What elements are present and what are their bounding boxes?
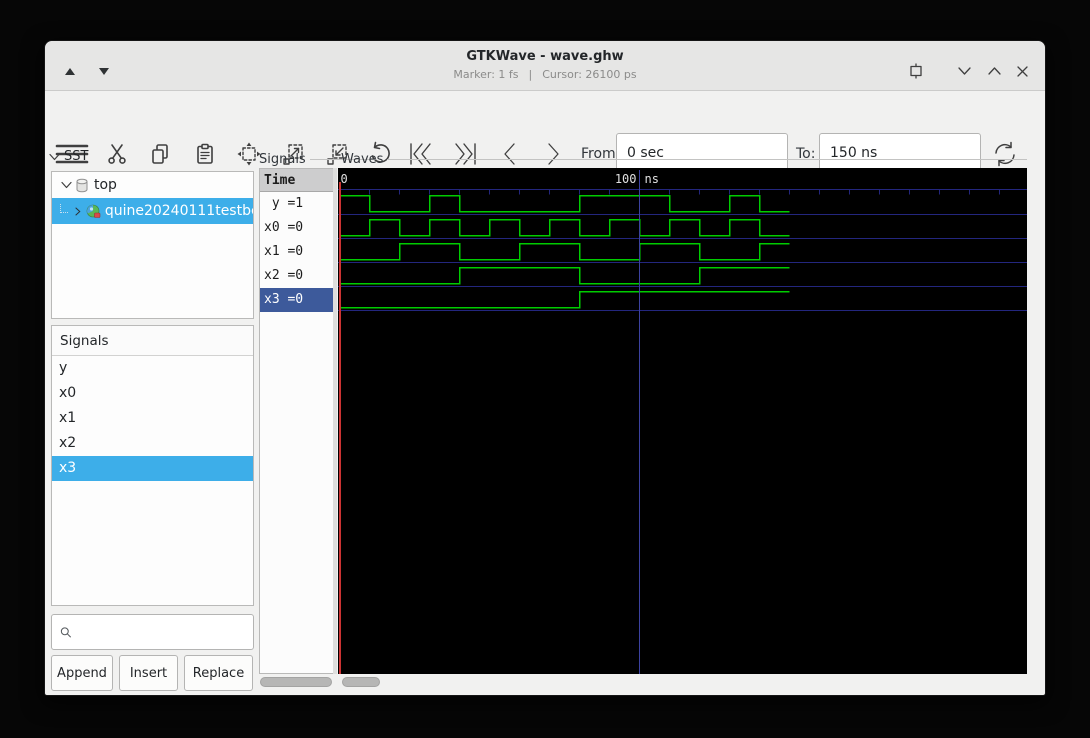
values-title: Signals xyxy=(259,152,306,167)
search-input[interactable] xyxy=(72,615,253,649)
gtkwave-window: GTKWave - wave.ghw Marker: 1 fs | Cursor: … xyxy=(44,40,1046,696)
close-button[interactable] xyxy=(1011,60,1033,82)
waveform-display: 0 ns 100 xyxy=(338,170,1027,674)
values-panel: Time y =1 x0 =0 x1 =0 x2 =0 x3 =0 xyxy=(259,168,334,674)
expander-right-icon xyxy=(75,206,81,216)
toolbar: From: To: xyxy=(45,92,1045,173)
chevron-down-icon xyxy=(957,67,971,75)
cut-button[interactable] xyxy=(105,142,129,166)
tree-item-top[interactable]: top xyxy=(52,172,253,198)
list-item-y[interactable]: y xyxy=(52,356,253,381)
value-row-x1[interactable]: x1 =0 xyxy=(260,240,333,264)
signal-search-box xyxy=(51,614,254,650)
cut-icon xyxy=(108,144,126,164)
tree-item-label: top xyxy=(94,177,117,193)
values-vertical-scrollbar[interactable] xyxy=(333,168,337,674)
signal-name: y xyxy=(59,360,68,376)
tree-item-testbench[interactable]: quine20240111testbench xyxy=(52,198,253,224)
fullscreen-button[interactable] xyxy=(905,60,927,82)
chevron-up-icon xyxy=(987,67,1001,75)
window-title: GTKWave - wave.ghw xyxy=(466,49,624,64)
list-item-x3[interactable]: x3 xyxy=(52,456,253,481)
svg-text:100: 100 xyxy=(615,172,637,186)
wave-trace-x1 xyxy=(339,242,790,261)
cursor-status: Cursor: 26100 ps xyxy=(542,68,637,81)
list-item-x1[interactable]: x1 xyxy=(52,406,253,431)
facilities-panel: Signals y x0 x1 x2 x3 xyxy=(51,325,254,606)
insert-button[interactable]: Insert xyxy=(119,655,178,691)
window-status: Marker: 1 fs | Cursor: 26100 ps xyxy=(45,68,1045,81)
tree-connector xyxy=(60,203,69,213)
value-row-x2[interactable]: x2 =0 xyxy=(260,264,333,288)
expander-down-icon xyxy=(61,181,72,189)
wave-trace-x3 xyxy=(339,290,790,309)
facilities-title: Signals xyxy=(52,326,253,356)
expander-down-icon xyxy=(49,153,60,160)
signal-name: x0 xyxy=(59,385,77,401)
marker-status: Marker: 1 fs xyxy=(453,68,519,81)
component-icon xyxy=(86,204,101,218)
copy-button[interactable] xyxy=(148,142,172,166)
signal-name: x1 xyxy=(59,410,77,426)
module-cylinder-icon xyxy=(76,178,88,192)
sst-header-label: SST xyxy=(64,149,89,164)
list-item-x2[interactable]: x2 xyxy=(52,431,253,456)
svg-text:ns: ns xyxy=(645,172,659,186)
fullscreen-icon xyxy=(910,63,922,79)
svg-text:0: 0 xyxy=(341,172,348,186)
replace-button[interactable]: Replace xyxy=(184,655,253,691)
value-row-x0[interactable]: x0 =0 xyxy=(260,216,333,240)
status-separator: | xyxy=(528,68,533,81)
maximize-button[interactable] xyxy=(983,60,1005,82)
tree-item-label: quine20240111testbench xyxy=(104,203,253,219)
list-item-x0[interactable]: x0 xyxy=(52,381,253,406)
value-row-x3[interactable]: x3 =0 xyxy=(260,288,333,312)
wave-trace-x2 xyxy=(339,266,790,285)
frame-rule xyxy=(387,159,1027,160)
value-row-y[interactable]: y =1 xyxy=(260,192,333,216)
sst-tree-panel: top quine20240111testbench xyxy=(51,171,254,319)
copy-icon xyxy=(152,144,168,164)
values-hscrollbar-thumb[interactable] xyxy=(260,677,332,687)
wave-trace-y xyxy=(339,194,790,213)
search-icon xyxy=(60,626,71,637)
time-header[interactable]: Time xyxy=(260,169,333,192)
waves-frame-label: Waves xyxy=(341,152,1027,167)
waves-title: Waves xyxy=(341,152,384,167)
titlebar: GTKWave - wave.ghw Marker: 1 fs | Cursor: … xyxy=(45,41,1045,91)
sst-section-header[interactable]: SST xyxy=(49,149,88,164)
signal-name: x3 xyxy=(59,460,77,476)
waves-hscrollbar-thumb[interactable] xyxy=(342,677,380,687)
minimize-button[interactable] xyxy=(953,60,975,82)
append-button[interactable]: Append xyxy=(51,655,113,691)
wave-canvas[interactable]: 0 ns 100 xyxy=(338,168,1027,674)
paste-button[interactable] xyxy=(193,142,217,166)
paste-icon xyxy=(197,143,213,164)
signal-name: x2 xyxy=(59,435,77,451)
wave-trace-x0 xyxy=(339,218,790,237)
close-icon xyxy=(1016,65,1028,77)
